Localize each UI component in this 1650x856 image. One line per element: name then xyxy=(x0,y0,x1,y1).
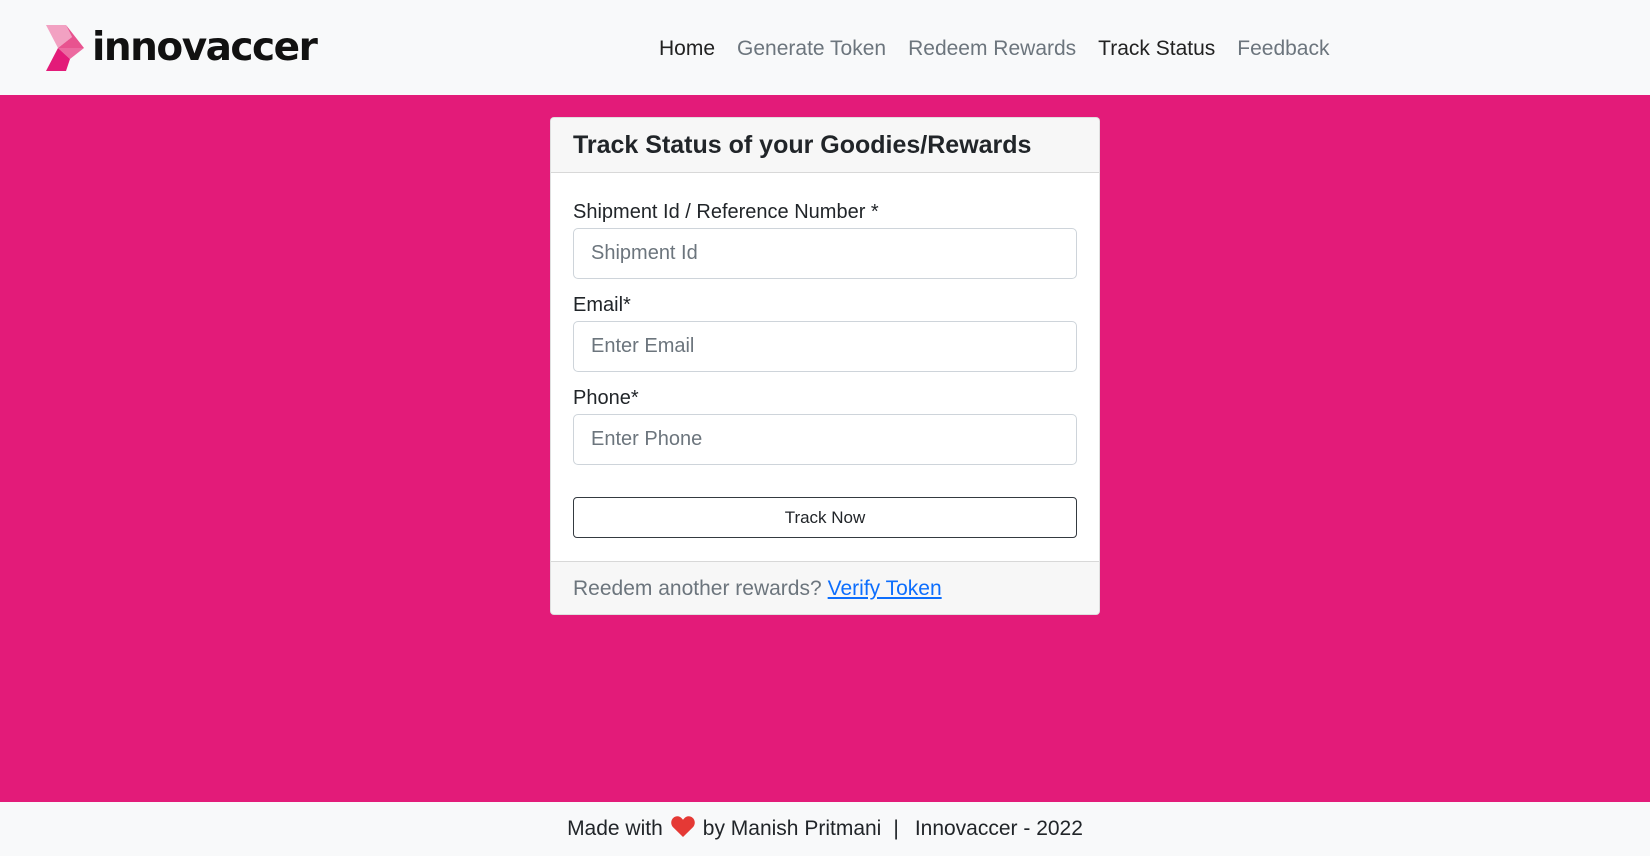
phone-label: Phone* xyxy=(573,387,639,409)
shipment-id-input[interactable] xyxy=(573,228,1077,279)
email-label: Email* xyxy=(573,294,631,316)
brand-name: innovaccer xyxy=(92,25,318,70)
card-footer: Reedem another rewards? Verify Token xyxy=(551,561,1099,614)
shipment-label: Shipment Id / Reference Number * xyxy=(573,201,879,223)
navbar: innovaccer Home Generate Token Redeem Re… xyxy=(0,0,1650,95)
page-footer: Made with by Manish Pritmani | Innovacce… xyxy=(0,802,1650,856)
email-field-group: Email* xyxy=(573,292,1077,372)
nav-feedback[interactable]: Feedback xyxy=(1226,30,1340,68)
nav-generate-token[interactable]: Generate Token xyxy=(726,30,897,68)
footer-separator: | xyxy=(893,817,899,840)
redeem-prompt: Reedem another rewards? xyxy=(573,577,822,600)
nav-track-status[interactable]: Track Status xyxy=(1087,30,1226,68)
email-input[interactable] xyxy=(573,321,1077,372)
heart-icon xyxy=(671,815,695,843)
main-nav: Home Generate Token Redeem Rewards Track… xyxy=(648,30,1341,68)
card-header: Track Status of your Goodies/Rewards xyxy=(551,118,1099,173)
nav-redeem-rewards[interactable]: Redeem Rewards xyxy=(897,30,1087,68)
nav-home[interactable]: Home xyxy=(648,30,726,68)
made-with-text: Made with xyxy=(567,817,663,840)
phone-field-group: Phone* xyxy=(573,385,1077,465)
verify-token-link[interactable]: Verify Token xyxy=(828,577,942,601)
company-text: Innovaccer - 2022 xyxy=(914,817,1083,840)
brand-logo-link[interactable]: innovaccer xyxy=(46,24,318,72)
card-title: Track Status of your Goodies/Rewards xyxy=(573,130,1032,159)
track-form: Shipment Id / Reference Number * Email* … xyxy=(551,173,1099,561)
track-status-card: Track Status of your Goodies/Rewards Shi… xyxy=(550,117,1100,615)
phone-input[interactable] xyxy=(573,414,1077,465)
innovaccer-logo-icon xyxy=(46,25,84,71)
track-now-button[interactable]: Track Now xyxy=(573,497,1077,538)
author-text: by Manish Pritmani xyxy=(702,817,882,840)
shipment-field-group: Shipment Id / Reference Number * xyxy=(573,199,1077,279)
